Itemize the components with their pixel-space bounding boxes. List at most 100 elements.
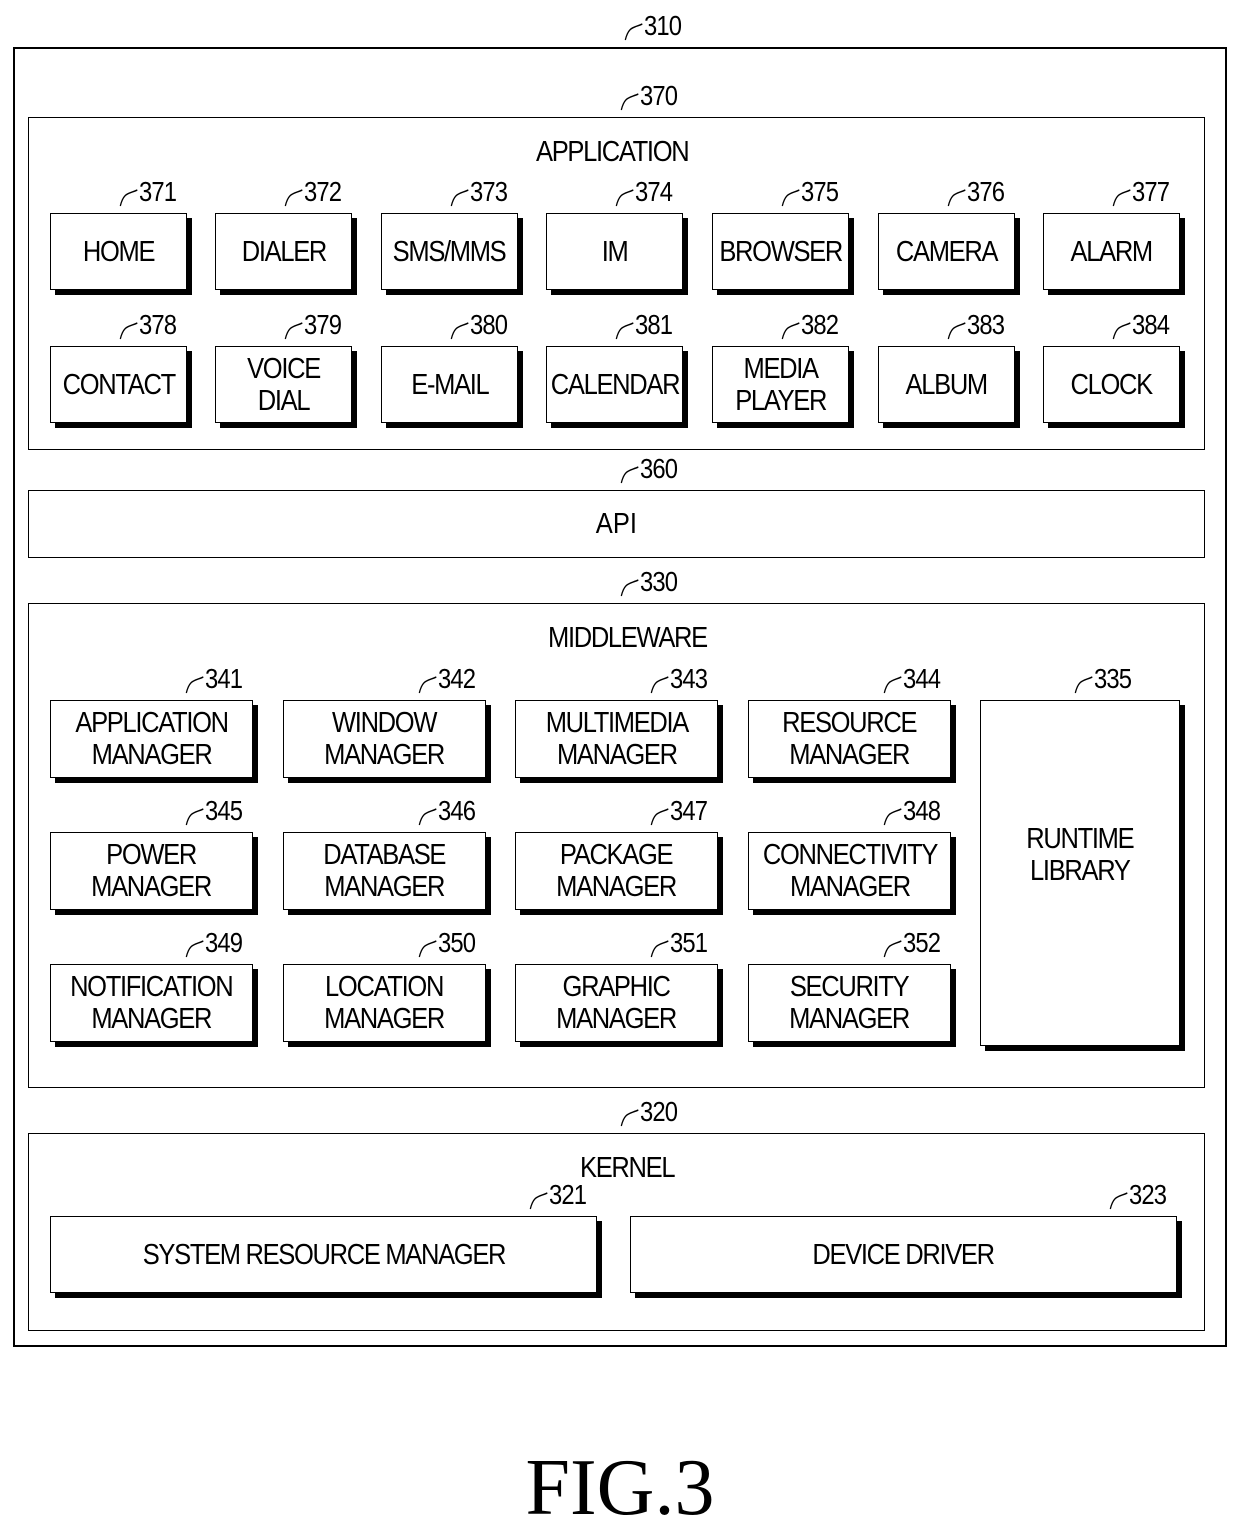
ref-number: 343	[670, 663, 708, 694]
ref-number: 381	[635, 309, 673, 340]
contact-box: CONTACT	[50, 346, 187, 423]
box-label: SECURITY MANAGER	[789, 971, 911, 1035]
box-label: CALENDAR	[550, 368, 680, 401]
location-manager-ref: 350	[418, 927, 476, 959]
sms-mms-ref: 373	[450, 176, 508, 208]
security-manager-box: SECURITY MANAGER	[748, 964, 951, 1042]
ref-number: 350	[438, 927, 476, 958]
alarm-ref: 377	[1112, 176, 1170, 208]
notification-manager-ref: 349	[185, 927, 243, 959]
window-manager-box: WINDOW MANAGER	[283, 700, 486, 778]
runtime-library-box: RUNTIME LIBRARY	[980, 700, 1180, 1046]
dialer-ref: 372	[284, 176, 342, 208]
ref-number: 374	[635, 176, 673, 207]
box-label: HOME	[82, 235, 156, 268]
ref-number: 360	[640, 453, 678, 484]
system-resource-manager-box: SYSTEM RESOURCE MANAGER	[50, 1216, 597, 1293]
ref-number: 384	[1132, 309, 1170, 340]
box-label: LOCATION MANAGER	[324, 971, 446, 1035]
ref-number: 382	[801, 309, 839, 340]
ref-number: 351	[670, 927, 708, 958]
multimedia-manager-ref: 343	[650, 663, 708, 695]
ref-number: 352	[903, 927, 941, 958]
voice-dial-ref: 379	[284, 309, 342, 341]
ref-number: 347	[670, 795, 708, 826]
sms-mms-box: SMS/MMS	[381, 213, 518, 290]
box-label: IM	[601, 235, 629, 268]
box-label: POWER MANAGER	[91, 839, 213, 903]
ref-number: 320	[640, 1096, 678, 1127]
ref-number: 341	[205, 663, 243, 694]
ref-number: 348	[903, 795, 941, 826]
database-manager-ref: 346	[418, 795, 476, 827]
contact-ref: 378	[119, 309, 177, 341]
alarm-box: ALARM	[1043, 213, 1180, 290]
middleware-layer-ref: 330	[620, 566, 678, 598]
application-layer-title: APPLICATION	[536, 136, 690, 168]
box-label: E-MAIL	[410, 368, 489, 401]
runtime-library-ref: 335	[1074, 663, 1132, 695]
window-manager-ref: 342	[418, 663, 476, 695]
ref-number: 346	[438, 795, 476, 826]
ref-number: 383	[967, 309, 1005, 340]
camera-ref: 376	[947, 176, 1005, 208]
box-label: NOTIFICATION MANAGER	[70, 971, 234, 1035]
ref-number: 344	[903, 663, 941, 694]
home-box: HOME	[50, 213, 187, 290]
box-label: ALARM	[1070, 235, 1154, 268]
ref-number: 321	[549, 1179, 587, 1210]
box-label: BROWSER	[719, 235, 843, 268]
middleware-layer-title: MIDDLEWARE	[548, 622, 708, 654]
box-label: CLOCK	[1070, 368, 1154, 401]
voice-dial-box: VOICE DIAL	[215, 346, 352, 423]
box-label: MEDIA PLAYER	[735, 352, 827, 417]
ref-number: 379	[304, 309, 342, 340]
api-layer-ref: 360	[620, 453, 678, 485]
clock-box: CLOCK	[1043, 346, 1180, 423]
media-player-box: MEDIA PLAYER	[712, 346, 849, 423]
ref-number: 345	[205, 795, 243, 826]
ref-number: 377	[1132, 176, 1170, 207]
ref-number: 372	[304, 176, 342, 207]
device-driver-ref: 323	[1109, 1179, 1167, 1211]
box-label: ALBUM	[905, 368, 989, 401]
kernel-layer-title: KERNEL	[580, 1152, 676, 1184]
home-ref: 371	[119, 176, 177, 208]
resource-manager-box: RESOURCE MANAGER	[748, 700, 951, 778]
box-label: DIALER	[241, 235, 327, 268]
database-manager-box: DATABASE MANAGER	[283, 832, 486, 910]
calendar-ref: 381	[615, 309, 673, 341]
ref-number: 373	[470, 176, 508, 207]
ref-number: 376	[967, 176, 1005, 207]
box-label: DATABASE MANAGER	[323, 839, 447, 903]
ref-number: 349	[205, 927, 243, 958]
e-mail-box: E-MAIL	[381, 346, 518, 423]
api-layer: API	[28, 490, 1205, 558]
location-manager-box: LOCATION MANAGER	[283, 964, 486, 1042]
ref-number: 310	[644, 10, 682, 41]
box-label: APPLICATION MANAGER	[75, 707, 229, 771]
application-layer-ref: 370	[620, 80, 678, 112]
ref-number: 370	[640, 80, 678, 111]
system-resource-manager-ref: 321	[529, 1179, 587, 1211]
box-label: RESOURCE MANAGER	[782, 707, 917, 771]
outer-frame-ref: 310	[624, 10, 682, 42]
box-label: WINDOW MANAGER	[324, 707, 446, 771]
power-manager-ref: 345	[185, 795, 243, 827]
e-mail-ref: 380	[450, 309, 508, 341]
box-label: CONTACT	[62, 368, 176, 401]
box-label: DEVICE DRIVER	[812, 1238, 996, 1271]
ref-number: 375	[801, 176, 839, 207]
package-manager-box: PACKAGE MANAGER	[515, 832, 718, 910]
media-player-ref: 382	[781, 309, 839, 341]
calendar-box: CALENDAR	[546, 346, 683, 423]
kernel-layer-ref: 320	[620, 1096, 678, 1128]
notification-manager-box: NOTIFICATION MANAGER	[50, 964, 253, 1042]
box-label: MULTIMEDIA MANAGER	[545, 707, 689, 771]
runtime-library-label: RUNTIME LIBRARY	[1026, 823, 1134, 887]
security-manager-ref: 352	[883, 927, 941, 959]
ref-number: 330	[640, 566, 678, 597]
album-ref: 383	[947, 309, 1005, 341]
box-label: VOICE DIAL	[247, 352, 321, 417]
box-label: CONNECTIVITY MANAGER	[762, 839, 937, 903]
